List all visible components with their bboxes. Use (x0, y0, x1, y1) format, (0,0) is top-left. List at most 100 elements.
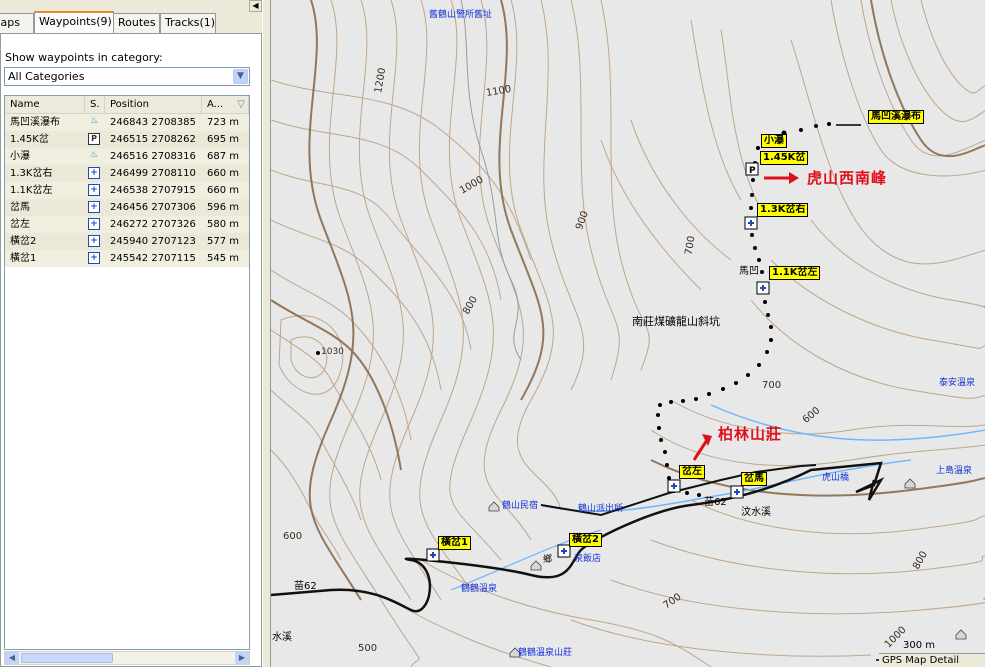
waypoint-heng2[interactable]: 橫岔2 (569, 533, 602, 547)
waypoint-list: Name S. Position A... ▽ 馬凹溪瀑布 ♨ 246843 2708… (4, 95, 250, 650)
place-zhong: 鄉 (543, 555, 553, 565)
waypoint-position: 246272 2707326 (110, 219, 196, 230)
parking-icon: P (88, 133, 100, 145)
trail-junction-icon: + (88, 252, 100, 264)
trail-junction-icon: + (88, 201, 100, 213)
waypoint-row[interactable]: 1.3K岔右 +246499 2708110 660 m (5, 165, 249, 182)
chevron-down-icon[interactable]: ▼ (233, 69, 248, 84)
trail-junction-icon: + (88, 218, 100, 230)
place-mine: 南莊煤礦龍山斜坑 (632, 315, 720, 328)
list-header: Name S. Position A... ▽ (5, 96, 249, 114)
waypoint-row[interactable]: 小瀑 ♨ 246516 2708316 687 m (5, 148, 249, 165)
waypoint-name: 橫岔1 (10, 253, 37, 264)
category-value: All Categories (8, 70, 85, 83)
place-police: 鶴山派出所 (578, 504, 624, 514)
waypoint-heng1[interactable]: 橫岔1 (438, 536, 471, 550)
waypoint-11k[interactable]: 1.1K岔左 (769, 266, 821, 280)
column-symbol[interactable]: S. (85, 96, 105, 114)
waypoint-name: 岔左 (10, 219, 30, 230)
category-label: Show waypoints in category: (5, 51, 163, 64)
column-altitude-label: A... (207, 99, 224, 110)
waypoints-panel: Show waypoints in category: All Categori… (0, 33, 262, 667)
tab-routes[interactable]: Routes (113, 13, 160, 33)
scroll-left-icon[interactable]: ◀ (5, 652, 19, 664)
waypoint-position: 246515 2708262 (110, 134, 196, 145)
waypoint-position: 246843 2708385 (110, 117, 196, 128)
contour-label: 500 (358, 643, 378, 654)
horizontal-scrollbar[interactable]: ◀ ▶ (4, 651, 250, 665)
waypoint-position: 245940 2707123 (110, 236, 196, 247)
waypoint-altitude: 596 m (207, 202, 240, 213)
peak-height: 1030 (321, 347, 344, 357)
place-hotspring: 鶴鶴溫泉 (461, 584, 498, 594)
waypoint-row[interactable]: 岔左 +246272 2707326 580 m (5, 216, 249, 233)
waypoint-name: 馬凹溪瀑布 (10, 117, 60, 128)
tab-tracks-label: Tracks(1) (165, 16, 216, 29)
place-wenshui: 汶水溪 (741, 507, 771, 518)
map-canvas: P (271, 0, 985, 667)
tab-maps[interactable]: Maps (0, 13, 34, 33)
topo-map[interactable]: P 舊鶴山警所舊址 1200 1100 1000 900 800 700 700… (270, 0, 985, 667)
map-detail-footer: GPS Map Detail (879, 653, 985, 667)
place-taian: 泰安溫泉 (939, 378, 976, 388)
place-old-police: 舊鶴山警所舊址 (429, 10, 493, 20)
waypoint-name: 岔馬 (10, 202, 30, 213)
waypoint-145k[interactable]: 1.45K岔 (760, 151, 809, 165)
annotation-peak: 虎山西南峰 (807, 169, 888, 187)
waypoint-altitude: 577 m (207, 236, 240, 247)
waypoints-sidebar: Maps Waypoints(9) Routes Tracks(1) Show … (0, 0, 262, 667)
contour-label: 700 (762, 380, 782, 391)
waypoint-position: 245542 2707115 (110, 253, 196, 264)
waypoint-position: 246499 2708110 (110, 168, 196, 179)
place-horse: 馬凹 (739, 266, 759, 277)
place-river2: 水溪 (272, 632, 292, 643)
place-tiger-bridge: 虎山橋 (822, 473, 850, 483)
waypoint-row[interactable]: 1.45K岔 P 246515 2708262 695 m (5, 131, 249, 148)
svg-text:P: P (749, 166, 756, 176)
waypoint-name: 小瀑 (10, 151, 30, 162)
column-name[interactable]: Name (5, 96, 85, 114)
waypoint-altitude: 687 m (207, 151, 240, 162)
waypoint-row[interactable]: 岔馬 +246456 2707306 596 m (5, 199, 249, 216)
waypoint-altitude: 545 m (207, 253, 240, 264)
waypoint-small-falls[interactable]: 小瀑 (761, 134, 787, 148)
contour-label: 600 (283, 531, 303, 542)
road-label: 苗62 (294, 581, 317, 592)
collapse-panel-icon[interactable]: ◀ (249, 0, 262, 12)
waypoint-cha-zuo[interactable]: 岔左 (679, 465, 705, 479)
category-select[interactable]: All Categories ▼ (4, 67, 250, 86)
sort-arrow-icon: ▽ (237, 99, 245, 110)
waypoint-position: 246456 2707306 (110, 202, 196, 213)
trail-junction-icon: + (88, 235, 100, 247)
scrollbar-thumb[interactable] (21, 653, 113, 663)
tab-routes-label: Routes (118, 16, 156, 29)
scale-label: 300 m (903, 640, 936, 651)
tab-waypoints[interactable]: Waypoints(9) (34, 11, 114, 33)
waypoint-name: 橫岔2 (10, 236, 37, 247)
waypoint-13k[interactable]: 1.3K岔右 (757, 203, 809, 217)
tab-maps-label: Maps (0, 16, 20, 29)
waypoint-altitude: 723 m (207, 117, 240, 128)
waterfall-icon: ♨ (89, 116, 99, 126)
waypoint-row[interactable]: 橫岔2 +245940 2707123 577 m (5, 233, 249, 250)
waypoint-altitude: 660 m (207, 168, 240, 179)
waypoint-falls[interactable]: 馬凹溪瀑布 (868, 110, 924, 124)
column-altitude[interactable]: A... ▽ (202, 96, 249, 114)
place-villa2: 鶴鶴溫泉山莊 (518, 648, 573, 658)
sidebar-tabs: Maps Waypoints(9) Routes Tracks(1) (0, 11, 262, 33)
waypoint-altitude: 695 m (207, 134, 240, 145)
scroll-right-icon[interactable]: ▶ (235, 652, 249, 664)
waypoint-cha-ma[interactable]: 岔馬 (741, 472, 767, 486)
waterfall-icon: ♨ (89, 150, 99, 160)
column-position[interactable]: Position (105, 96, 202, 114)
waypoint-row[interactable]: 1.1K岔左 +246538 2707915 660 m (5, 182, 249, 199)
road-label-2: 苗62 (704, 497, 727, 508)
trail-junction-icon: + (88, 184, 100, 196)
tab-tracks[interactable]: Tracks(1) (160, 13, 216, 33)
trail-junction-icon: + (88, 167, 100, 179)
pane-splitter[interactable] (262, 0, 270, 667)
tab-waypoints-label: Waypoints(9) (39, 15, 112, 28)
waypoint-row[interactable]: 馬凹溪瀑布 ♨ 246843 2708385 723 m (5, 114, 249, 131)
waypoint-name: 1.45K岔 (10, 134, 49, 145)
waypoint-row[interactable]: 橫岔1 +245542 2707115 545 m (5, 250, 249, 267)
